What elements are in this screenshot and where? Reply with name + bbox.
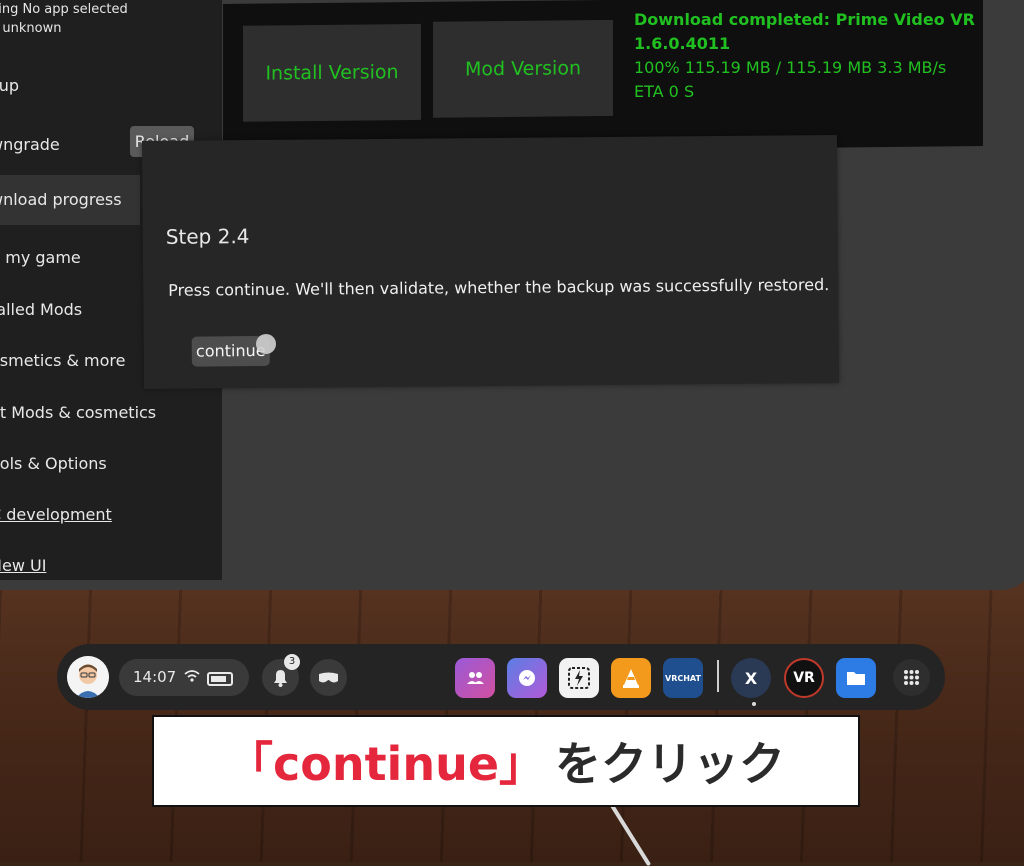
messenger-icon[interactable] <box>507 658 547 698</box>
status-line-2: n unknown <box>0 21 62 36</box>
notification-badge: 3 <box>284 654 300 670</box>
dialog-message: Press continue. We'll then validate, whe… <box>168 275 830 300</box>
notifications-button[interactable]: 3 <box>262 654 300 696</box>
download-status: Download completed: Prime Video VR 1.6.0… <box>634 8 994 104</box>
status-line-1: ging No app selected <box>0 2 128 17</box>
vr-station-icon[interactable]: VR <box>784 658 824 698</box>
avatar-icon <box>67 656 109 698</box>
download-progress: 100% 115.19 MB / 115.19 MB 3.3 MB/s <box>634 58 947 77</box>
floor-background <box>0 560 1024 862</box>
files-icon[interactable] <box>836 658 876 698</box>
people-icon[interactable] <box>455 658 495 698</box>
app-library-button[interactable] <box>893 659 930 696</box>
xamarin-icon[interactable]: X <box>731 658 771 698</box>
system-taskbar: 14:07 3 VRCHAT X VR <box>57 644 945 710</box>
step-dialog: Step 2.4 Press continue. We'll then vali… <box>141 134 840 390</box>
battery-icon <box>207 672 233 686</box>
app-status: ging No app selected n unknown <box>0 0 128 38</box>
quick-settings[interactable]: 14:07 <box>119 659 249 696</box>
avatar[interactable] <box>67 656 109 698</box>
pointer-cursor <box>256 334 276 354</box>
install-version-button[interactable]: Install Version <box>243 23 421 122</box>
download-eta: ETA 0 S <box>634 82 695 101</box>
sidebar-item-tools-options[interactable]: ools & Options <box>0 439 222 489</box>
instruction-caption: 「continue」 をクリック <box>152 715 860 807</box>
sidebar-item-download-progress[interactable]: wnload progress <box>0 175 140 225</box>
sidebar-item-backup[interactable]: kup <box>0 61 222 111</box>
vrchat-icon[interactable]: VRCHAT <box>663 658 703 698</box>
caption-text: をクリック <box>555 737 786 791</box>
clock: 14:07 <box>133 668 177 686</box>
sidebar-item-get-mods[interactable]: et Mods & cosmetics <box>0 388 222 438</box>
wifi-icon <box>183 667 201 689</box>
grid-icon <box>904 670 919 685</box>
caption-highlight: 「continue」 <box>226 737 546 791</box>
mod-version-button[interactable]: Mod Version <box>433 19 613 118</box>
vr-headset-icon <box>319 672 338 683</box>
vlc-icon[interactable] <box>611 658 651 698</box>
headset-button[interactable] <box>310 659 347 696</box>
taskbar-divider <box>717 660 719 692</box>
download-title: Download completed: Prime Video VR 1.6.0… <box>634 10 975 53</box>
media-icon[interactable] <box>559 658 599 698</box>
sidebar-item-new-ui[interactable]: New UI <box>0 541 222 591</box>
running-indicator <box>752 702 756 706</box>
sidebar-item-pc-development[interactable]: C development <box>0 490 222 540</box>
dialog-title: Step 2.4 <box>165 224 250 249</box>
